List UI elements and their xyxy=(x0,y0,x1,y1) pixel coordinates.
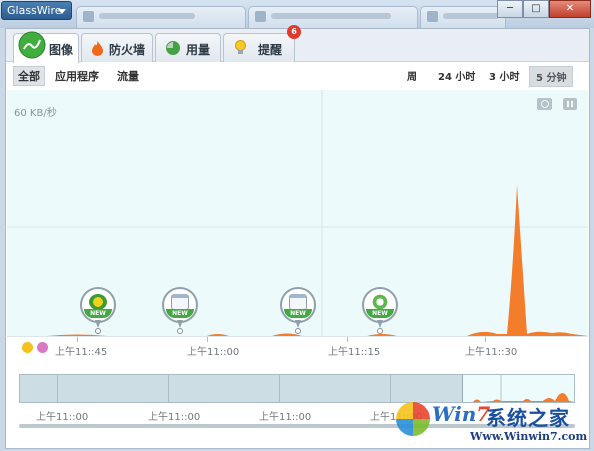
minimize-button[interactable]: ─ xyxy=(497,0,523,18)
alerts-count-badge: 6 xyxy=(287,25,301,39)
marker-pin xyxy=(295,320,301,328)
tab-graph-label: 图像 xyxy=(49,43,74,57)
time-axis-label: 上午11::45 xyxy=(55,347,108,358)
ie-browser-icon xyxy=(371,294,389,310)
graph-globe-icon xyxy=(18,31,46,59)
flame-icon xyxy=(92,41,103,56)
360-browser-icon xyxy=(89,294,107,310)
tab-alerts[interactable]: 提醒 xyxy=(223,33,295,62)
time-axis: 上午11::45 上午11::00 上午11::15 上午11::30 xyxy=(7,336,588,358)
overview-axis-label: 上午11::00 xyxy=(148,412,201,423)
overview-grid-line xyxy=(168,375,169,402)
tab-firewall-label: 防火墙 xyxy=(109,43,146,57)
tab-usage[interactable]: 用量 xyxy=(155,33,221,62)
tab-graph[interactable]: 图像 xyxy=(13,31,79,63)
time-axis-label: 上午11::15 xyxy=(328,347,381,358)
chevron-down-icon xyxy=(58,9,66,14)
app-marker-window-1[interactable]: NEW xyxy=(162,287,198,334)
background-browser-tab[interactable] xyxy=(248,6,418,28)
time-axis-label: 上午11::30 xyxy=(465,347,518,358)
range-week-button[interactable]: 周 xyxy=(407,68,417,83)
range-3h-button[interactable]: 3 小时 xyxy=(489,68,519,83)
main-tab-bar: 图像 防火墙 用量 提醒 6 xyxy=(6,25,589,63)
marker-pin xyxy=(177,320,183,328)
app-marker-360[interactable]: NEW xyxy=(80,287,116,334)
range-5min-button[interactable]: 5 分钟 xyxy=(529,66,574,87)
maximize-button[interactable]: □ xyxy=(523,0,549,18)
marker-dot xyxy=(295,328,301,334)
windows-flag-icon xyxy=(396,402,430,436)
marker-dot xyxy=(377,328,383,334)
marker-pin xyxy=(377,320,383,328)
marker-dot xyxy=(95,328,101,334)
time-axis-label: 上午11::00 xyxy=(187,347,240,358)
tab-usage-label: 用量 xyxy=(186,43,211,57)
tab-favicon-icon xyxy=(427,11,438,22)
pause-icon[interactable] xyxy=(563,98,577,110)
tab-alerts-label: 提醒 xyxy=(258,43,283,57)
background-browser-tab[interactable] xyxy=(76,6,246,28)
app-dot-icon[interactable] xyxy=(22,342,33,353)
watermark-url: Www.Winwin7.com xyxy=(470,430,588,443)
camera-icon[interactable] xyxy=(537,98,552,110)
overview-grid-line xyxy=(390,375,391,402)
watermark-brand-prefix: Win xyxy=(432,402,477,426)
filter-apps-button[interactable]: 应用程序 xyxy=(55,68,99,84)
app-marker-window-2[interactable]: NEW xyxy=(280,287,316,334)
app-marker-ie[interactable]: NEW xyxy=(362,287,398,334)
title-bar: GlassWire ─ □ ✕ xyxy=(0,0,594,28)
marker-dot xyxy=(177,328,183,334)
blurred-tab-title xyxy=(99,13,195,19)
time-tick xyxy=(485,337,486,342)
close-button[interactable]: ✕ xyxy=(549,0,591,18)
time-tick xyxy=(207,337,208,342)
tab-favicon-icon xyxy=(255,11,266,22)
background-browser-tab[interactable] xyxy=(420,6,506,28)
view-toolbar: 全部 应用程序 流量 周 24 小时 3 小时 5 分钟 xyxy=(6,63,589,87)
app-dot-icon[interactable] xyxy=(37,342,48,353)
app-menu-label: GlassWire xyxy=(7,4,62,17)
watermark-brand: Win7 xyxy=(432,402,490,426)
overview-axis-label: 上午11::00 xyxy=(36,412,89,423)
overview-axis-label: 上午11::00 xyxy=(259,412,312,423)
glasswire-window: 图像 防火墙 用量 提醒 6 全部 应用程序 流量 周 24 小时 3 小时 5… xyxy=(5,25,590,449)
tab-favicon-icon xyxy=(83,11,94,22)
overview-grid-line xyxy=(57,375,58,402)
pie-icon xyxy=(166,41,180,55)
tab-firewall[interactable]: 防火墙 xyxy=(81,33,153,62)
time-tick xyxy=(77,337,78,342)
marker-pin xyxy=(95,320,101,328)
filter-traffic-button[interactable]: 流量 xyxy=(117,68,139,84)
app-menu-button[interactable]: GlassWire xyxy=(1,1,72,20)
traffic-graph[interactable]: 60 KB/秒 NEW NEW NEW NEW xyxy=(7,90,588,336)
watermark-logo: Win7 系统之家 Www.Winwin7.com xyxy=(396,398,592,448)
window-app-icon xyxy=(171,294,189,310)
filter-all-button[interactable]: 全部 xyxy=(13,66,45,86)
time-tick xyxy=(347,337,348,342)
blurred-tab-title xyxy=(443,13,499,19)
range-24h-button[interactable]: 24 小时 xyxy=(438,68,475,83)
window-app-icon xyxy=(289,294,307,310)
window-controls: ─ □ ✕ xyxy=(497,0,591,18)
watermark-brand-cn: 系统之家 xyxy=(486,406,570,430)
overview-grid-line xyxy=(279,375,280,402)
blurred-tab-title xyxy=(271,13,391,19)
bulb-icon xyxy=(235,40,246,54)
scale-label: 60 KB/秒 xyxy=(14,108,57,119)
